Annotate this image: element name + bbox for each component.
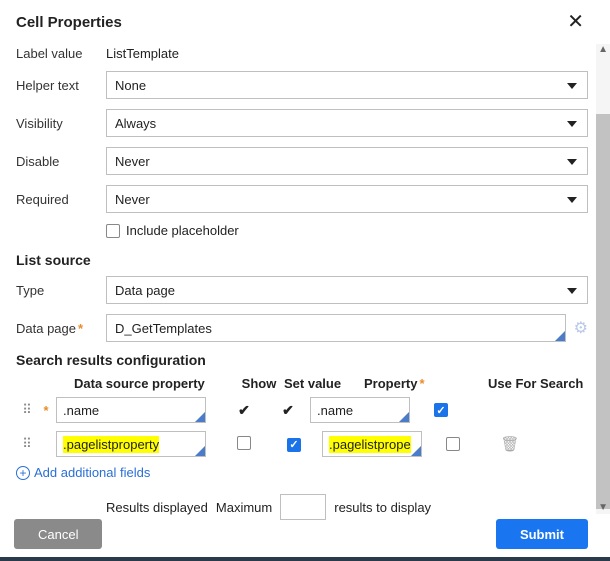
close-button[interactable]: ✕ [563, 12, 588, 32]
gear-icon[interactable]: ⚙ [574, 318, 588, 338]
add-fields-label: Add additional fields [34, 465, 150, 480]
ufs-checkbox-1[interactable] [446, 437, 460, 451]
add-fields-link[interactable]: + Add additional fields [16, 465, 588, 480]
col-prop: Property* [364, 376, 474, 391]
data-page-value: D_GetTemplates [115, 321, 212, 336]
search-table-header: Data source property Show Set value Prop… [16, 376, 588, 391]
scroll-down-icon[interactable]: ▼ [598, 502, 608, 513]
label-value-label: Label value [16, 46, 106, 61]
results-to-display-label: results to display [334, 500, 431, 515]
visibility-value: Always [115, 116, 156, 131]
disable-select[interactable]: Never [106, 147, 588, 175]
dsp-input-1[interactable]: .pagelistproperty [56, 431, 206, 457]
helper-text-select[interactable]: None [106, 71, 588, 99]
scroll-up-icon[interactable]: ▲ [598, 44, 608, 55]
include-placeholder-checkbox[interactable] [106, 224, 120, 238]
required-select[interactable]: Never [106, 185, 588, 213]
col-show: Show [234, 376, 284, 391]
label-value-text: ListTemplate [106, 46, 179, 61]
include-placeholder-label: Include placeholder [126, 223, 239, 238]
trash-icon[interactable]: 🗑 [490, 435, 530, 453]
maximum-label: Maximum [216, 500, 272, 515]
prop-input-0[interactable]: .name [310, 397, 410, 423]
set-checked-0[interactable]: ✔ [266, 402, 310, 419]
search-config-heading: Search results configuration [16, 352, 588, 368]
type-value: Data page [115, 283, 175, 298]
drag-handle-icon[interactable]: ⠿ [16, 402, 36, 418]
max-results-input[interactable] [280, 494, 326, 520]
dsp-value-1: .pagelistproperty [63, 436, 159, 453]
disable-value: Never [115, 154, 150, 169]
bottom-border [0, 557, 610, 561]
dsp-value-0: .name [63, 403, 99, 418]
submit-button[interactable]: Submit [496, 519, 588, 549]
type-select[interactable]: Data page [106, 276, 588, 304]
prop-input-1[interactable]: .pagelistprope [322, 431, 422, 457]
list-source-heading: List source [16, 252, 588, 268]
col-dsp: Data source property [74, 376, 234, 391]
col-ufs: Use For Search [474, 376, 584, 391]
prop-value-0: .name [317, 403, 353, 418]
required-value: Never [115, 192, 150, 207]
prop-value-1: .pagelistprope [329, 436, 411, 453]
table-row: ⠿ * .name ✔ ✔ .name [16, 397, 588, 423]
ufs-checkbox-0[interactable] [434, 403, 448, 417]
plus-icon: + [16, 466, 30, 480]
results-displayed-label: Results displayed [106, 500, 208, 515]
table-row: ⠿ .pagelistproperty .pagelistprope 🗑 [16, 431, 588, 457]
drag-handle-icon[interactable]: ⠿ [16, 436, 36, 452]
col-set: Set value [284, 376, 364, 391]
required-star-icon: * [36, 403, 56, 418]
helper-text-value: None [115, 78, 146, 93]
dsp-input-0[interactable]: .name [56, 397, 206, 423]
disable-label: Disable [16, 154, 106, 169]
visibility-select[interactable]: Always [106, 109, 588, 137]
helper-text-label: Helper text [16, 78, 106, 93]
show-checkbox-1[interactable] [237, 436, 251, 450]
data-page-label: Data page* [16, 321, 106, 336]
data-page-input[interactable]: D_GetTemplates [106, 314, 566, 342]
required-label: Required [16, 192, 106, 207]
dialog-title: Cell Properties [16, 14, 122, 31]
type-label: Type [16, 283, 106, 298]
set-checkbox-1[interactable] [287, 438, 301, 452]
cancel-button[interactable]: Cancel [14, 519, 102, 549]
visibility-label: Visibility [16, 116, 106, 131]
scrollbar-thumb[interactable] [596, 114, 610, 509]
show-checked-0[interactable]: ✔ [222, 402, 266, 419]
